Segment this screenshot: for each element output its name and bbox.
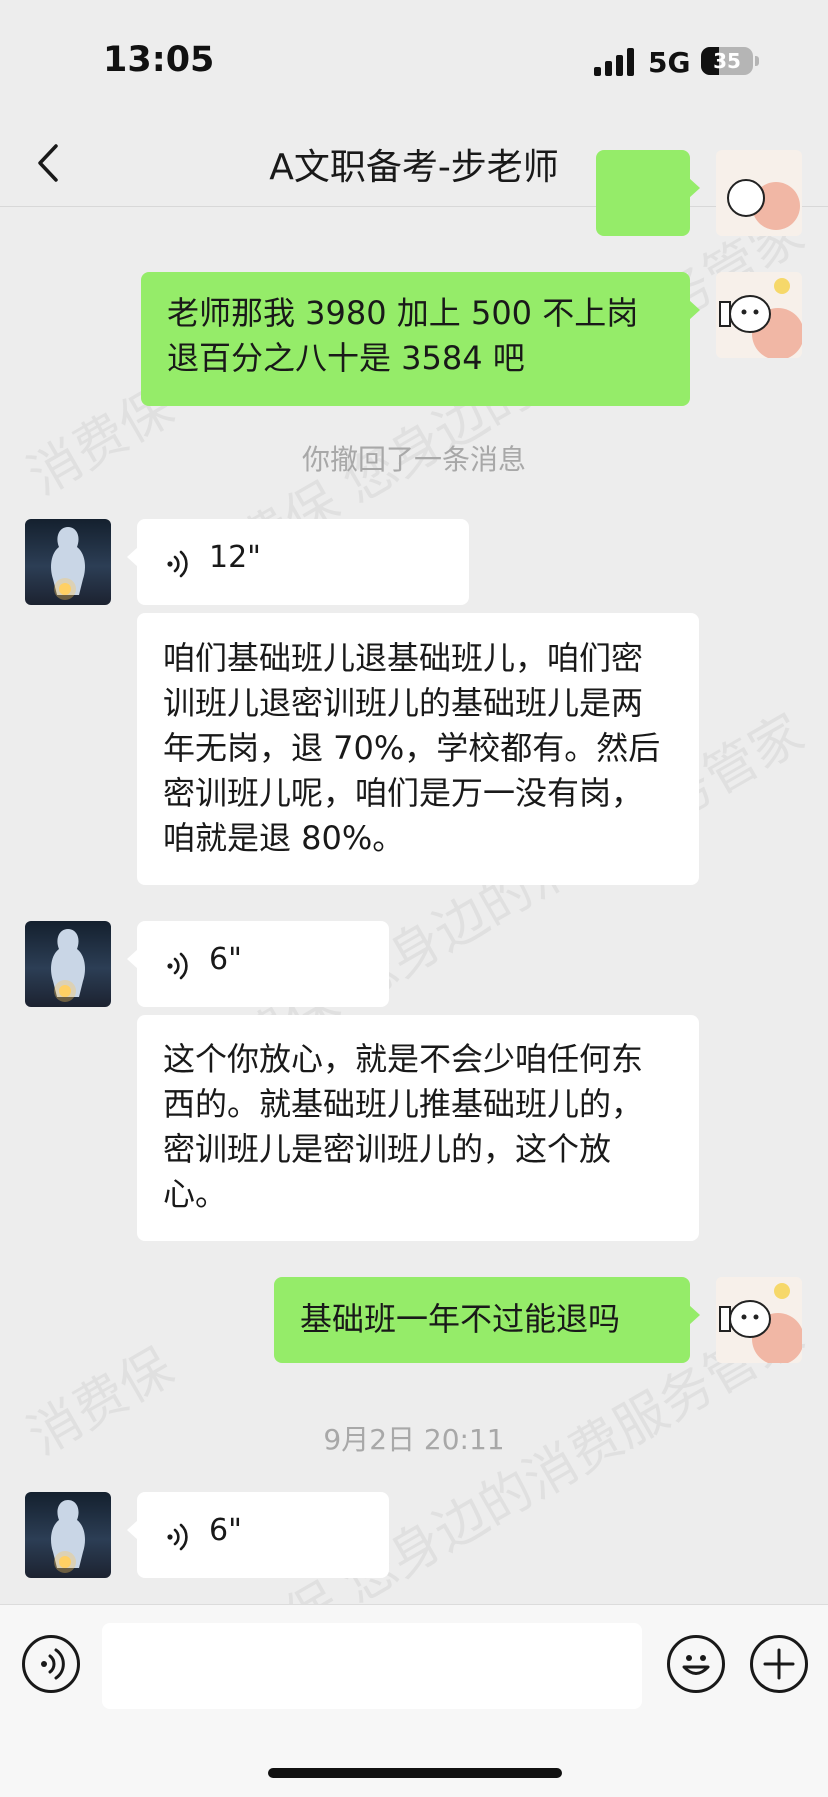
message-text: 这个你放心，就是不会少咱任何东西的。就基础班儿推基础班儿的，密训班儿是密训班儿的…	[163, 1040, 644, 1213]
message-bubble-outgoing[interactable]: 基础班一年不过能退吗	[274, 1277, 700, 1363]
status-bar: 13:05 5G 35	[0, 0, 828, 120]
voice-icon	[41, 1648, 65, 1680]
message-text: 老师那我 3980 加上 500 不上岗退百分之八十是 3584 吧	[167, 294, 639, 377]
my-avatar[interactable]	[716, 1277, 802, 1363]
voice-message[interactable]: 12"	[127, 519, 469, 605]
emoji-button[interactable]	[667, 1635, 725, 1693]
battery-icon: 35	[701, 47, 753, 75]
message-bubble-incoming[interactable]: 这个你放心，就是不会少咱任何东西的。就基础班儿推基础班儿的，密训班儿是密训班儿的…	[137, 1015, 699, 1241]
voice-icon	[165, 1519, 195, 1551]
voice-message[interactable]: 6"	[127, 1492, 389, 1578]
voice-duration: 12"	[209, 540, 261, 575]
my-avatar[interactable]	[716, 272, 802, 358]
timestamp: 9月2日 20:11	[323, 1423, 505, 1456]
signal-icon	[594, 48, 638, 76]
plus-icon	[763, 1648, 795, 1680]
home-indicator	[268, 1768, 562, 1778]
voice-message[interactable]: 6"	[127, 921, 389, 1007]
message-text: 咱们基础班儿退基础班儿，咱们密训班儿退密训班儿的基础班儿是两年无岗，退 70%，…	[163, 639, 661, 857]
message-text: 基础班一年不过能退吗	[300, 1300, 621, 1338]
voice-duration: 6"	[209, 942, 242, 977]
plus-button[interactable]	[750, 1635, 808, 1693]
network-type: 5G	[648, 46, 691, 79]
teacher-avatar[interactable]	[25, 519, 111, 605]
message-bubble-incoming[interactable]: 咱们基础班儿退基础班儿，咱们密训班儿退密训班儿的基础班儿是两年无岗，退 70%，…	[137, 613, 699, 885]
chat-title: A文职备考-步老师	[269, 147, 559, 188]
teacher-avatar[interactable]	[25, 1492, 111, 1578]
emoji-icon	[682, 1655, 710, 1675]
message-input[interactable]	[102, 1623, 642, 1709]
nav-bar: A文职备考-步老师	[0, 120, 828, 207]
voice-duration: 6"	[209, 1513, 242, 1548]
voice-icon	[165, 546, 195, 578]
message-bubble-outgoing-partial[interactable]	[596, 150, 700, 236]
voice-icon	[165, 948, 195, 980]
battery-level: 35	[713, 49, 741, 73]
status-time: 13:05	[103, 40, 215, 80]
message-bubble-outgoing[interactable]: 老师那我 3980 加上 500 不上岗退百分之八十是 3584 吧	[141, 272, 700, 406]
voice-toggle-button[interactable]	[22, 1635, 80, 1693]
recall-notice: 你撤回了一条消息	[301, 443, 526, 476]
teacher-avatar[interactable]	[25, 921, 111, 1007]
my-avatar[interactable]	[716, 150, 802, 236]
